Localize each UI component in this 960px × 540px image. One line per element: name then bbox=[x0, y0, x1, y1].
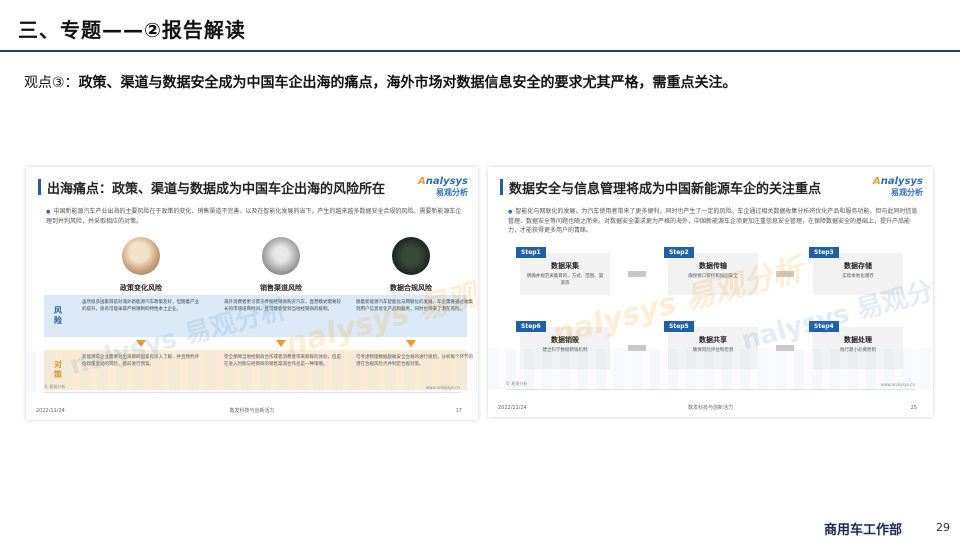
viewpoint-statement: 观点③：政策、渠道与数据安全成为中国车企出海的痛点，海外市场对数据信息安全的要求… bbox=[24, 72, 737, 92]
down-arrow-icon bbox=[136, 340, 146, 347]
step-tag: Step6 bbox=[516, 321, 546, 332]
step-tag: Step1 bbox=[516, 247, 546, 258]
risk-cell: 海外消费者更习惯于传统经销商购买汽车，直营模式需要较长的市场培育时间，且可能会受… bbox=[224, 300, 341, 312]
slide-url: www.analysys.cn bbox=[880, 382, 915, 387]
step-tag: Step4 bbox=[809, 321, 839, 332]
sales-channel-icon bbox=[262, 237, 300, 275]
risk-band: 风险 虽然很多国家目前对海外新能源汽车政策友好，但随着产业的提升，很有可能采取严… bbox=[44, 295, 473, 337]
title-bar: 三、专题——②报告解读 bbox=[0, 0, 960, 56]
city-skyline-decoration bbox=[26, 352, 478, 392]
report-slide-right[interactable]: 数据安全与信息管理将成为中国新能源车企的关注重点 Analysys易观分析 智能… bbox=[488, 167, 933, 417]
step-title: 数据采集 bbox=[551, 262, 579, 270]
step-title: 数据处理 bbox=[844, 336, 872, 344]
risk-column-policy: 政策变化风险 bbox=[81, 237, 201, 293]
risk-name: 政策变化风险 bbox=[120, 284, 162, 292]
step-desc: 确保接口管控和加固安全 bbox=[688, 274, 738, 279]
title-divider bbox=[0, 50, 960, 52]
slide-title-accent bbox=[38, 179, 41, 195]
risk-column-sales: 销售渠道风险 bbox=[221, 237, 341, 293]
slide-url: www.analysys.cn bbox=[425, 385, 460, 390]
right-arrow-icon bbox=[776, 271, 794, 277]
risk-name: 数据合规风险 bbox=[390, 284, 432, 292]
slide-page-number: 25 bbox=[910, 405, 917, 411]
down-arrow-icon bbox=[406, 340, 416, 347]
step-title: 数据销毁 bbox=[551, 336, 579, 344]
risk-cell: 随着新能源汽车智能化与网联化的发展，车企需要通过收集到用户信息优化产品和服务，同… bbox=[356, 300, 473, 312]
policy-document-icon bbox=[122, 237, 160, 275]
data-compliance-icon bbox=[392, 237, 430, 275]
viewpoint-text: 政策、渠道与数据安全成为中国车企出海的痛点，海外市场对数据信息安全的要求尤其严格… bbox=[78, 75, 737, 91]
slide-source: © 易观分析 bbox=[44, 384, 66, 389]
city-skyline-decoration bbox=[488, 349, 933, 389]
slide-page-number: 17 bbox=[455, 408, 462, 414]
right-arrow-icon bbox=[628, 271, 646, 277]
slide-source: © 易观分析 bbox=[506, 381, 528, 386]
risk-name: 销售渠道风险 bbox=[260, 284, 302, 292]
analysys-logo: Analysys 易观分析 bbox=[873, 176, 923, 197]
down-arrow-icon bbox=[276, 340, 286, 347]
page-title: 三、专题——②报告解读 bbox=[18, 18, 246, 42]
risk-cell: 虽然很多国家目前对海外新能源汽车政策友好，但随着产业的提升，很有可能采取严格限制… bbox=[82, 300, 199, 312]
department-label: 商用车工作部 bbox=[823, 523, 902, 538]
step-tag: Step2 bbox=[664, 247, 694, 258]
slide-footer-divider bbox=[506, 389, 915, 390]
band-label-risk: 风险 bbox=[53, 306, 63, 326]
slide-title: 数据安全与信息管理将成为中国新能源车企的关注重点 bbox=[509, 182, 822, 197]
step-card-2: Step2 数据传输 确保接口管控和加固安全 bbox=[664, 247, 758, 295]
report-slide-left[interactable]: 出海痛点：政策、渠道与数据成为中国车企出海的风险所在 Analysys 易观分析 … bbox=[26, 167, 478, 420]
step-card-3: Step3 数据存储 实现本地化储存 bbox=[809, 247, 903, 295]
slide-title-accent bbox=[500, 179, 503, 195]
step-tag: Step3 bbox=[809, 247, 839, 258]
slide-title: 出海痛点：政策、渠道与数据成为中国车企出海的风险所在 bbox=[47, 182, 386, 197]
step-title: 数据共享 bbox=[699, 336, 727, 344]
step-title: 数据传输 bbox=[699, 262, 727, 270]
step-title: 数据存储 bbox=[844, 262, 872, 270]
step-desc: 实现本地化储存 bbox=[842, 274, 874, 279]
step-tag: Step5 bbox=[664, 321, 694, 332]
analysys-logo: Analysys 易观分析 bbox=[418, 176, 468, 197]
slide-footer-text: 数发科技与创新活力 bbox=[229, 408, 275, 414]
risk-column-data: 数据合规风险 bbox=[351, 237, 471, 293]
slide-footer-divider bbox=[44, 392, 460, 393]
slide-intro: 智能化与网联化的发展，为汽车使用者带来了更多便利，同时也产生了一定的风险。车企通… bbox=[508, 207, 918, 235]
step-desc: 明确并规范采集目的、方式、范围、渠道等 bbox=[526, 274, 604, 286]
step-card-1: Step1 数据采集 明确并规范采集目的、方式、范围、渠道等 bbox=[516, 247, 610, 295]
viewpoint-prefix: 观点③： bbox=[24, 75, 79, 91]
slide-intro: 中国新能源汽车产业出海的主要风险在于政策的变化、销售渠道不完善，以及在智能化发展… bbox=[46, 207, 466, 226]
page-number: 29 bbox=[936, 521, 950, 534]
slide-footer-text: 数发科技与创新活力 bbox=[687, 405, 733, 411]
